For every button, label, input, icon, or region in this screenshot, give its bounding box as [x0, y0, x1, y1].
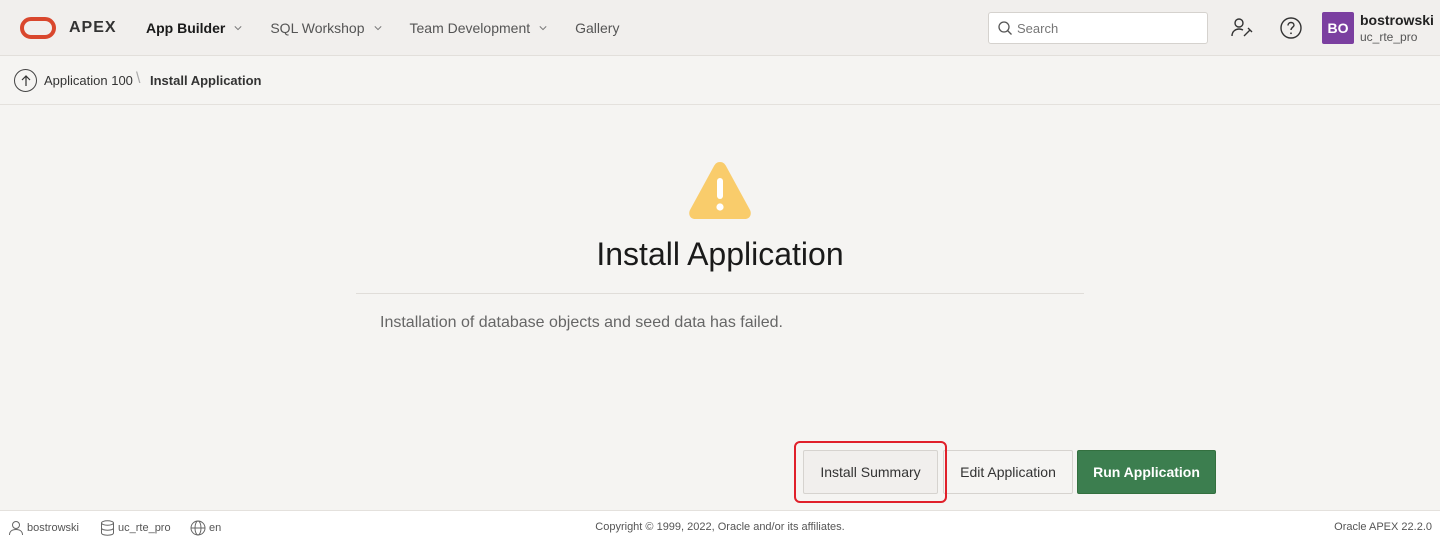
version-text: Oracle APEX 22.2.0: [1334, 521, 1432, 533]
apex-brand[interactable]: APEX: [69, 19, 117, 37]
chevron-down-icon: [234, 26, 242, 31]
search-icon: [998, 21, 1012, 35]
search-input[interactable]: [1017, 20, 1197, 36]
top-navigation-bar: APEX App Builder SQL Workshop Team Devel…: [0, 0, 1440, 56]
status-message: Installation of database objects and see…: [380, 314, 783, 331]
warning-triangle-icon: [689, 162, 751, 219]
nav-app-builder[interactable]: App Builder: [146, 20, 242, 36]
avatar[interactable]: BO: [1322, 12, 1354, 44]
help-icon[interactable]: [1279, 16, 1303, 40]
nav-sql-workshop[interactable]: SQL Workshop: [270, 20, 382, 36]
copyright-text: Copyright © 1999, 2022, Oracle and/or it…: [595, 521, 845, 533]
oracle-logo-icon[interactable]: [20, 17, 56, 39]
page-title: Install Application: [596, 236, 844, 272]
breadcrumb-current: Install Application: [150, 73, 262, 88]
breadcrumb-parent-link[interactable]: Application 100: [44, 73, 133, 88]
install-summary-button[interactable]: Install Summary: [803, 450, 938, 494]
footer: bostrowski uc_rte_pro en Copyright © 199…: [0, 510, 1440, 543]
user-settings-icon[interactable]: [1230, 16, 1254, 40]
nav-gallery[interactable]: Gallery: [575, 20, 619, 36]
arrow-up-icon[interactable]: [14, 69, 37, 92]
breadcrumb-separator: \: [136, 70, 141, 87]
user-name[interactable]: bostrowski: [1360, 12, 1434, 28]
search-box: [988, 12, 1208, 44]
edit-application-button[interactable]: Edit Application: [943, 450, 1073, 494]
chevron-down-icon: [373, 26, 382, 31]
run-application-button[interactable]: Run Application: [1077, 450, 1216, 494]
arrow-up-glyph: [21, 74, 30, 86]
breadcrumb: Application 100 \ Install Application: [0, 56, 1440, 105]
divider: [356, 293, 1084, 294]
main-nav: App Builder SQL Workshop Team Developmen…: [146, 0, 647, 56]
user-workspace: uc_rte_pro: [1360, 30, 1418, 44]
chevron-down-icon: [539, 26, 547, 31]
nav-team-development[interactable]: Team Development: [410, 20, 548, 36]
